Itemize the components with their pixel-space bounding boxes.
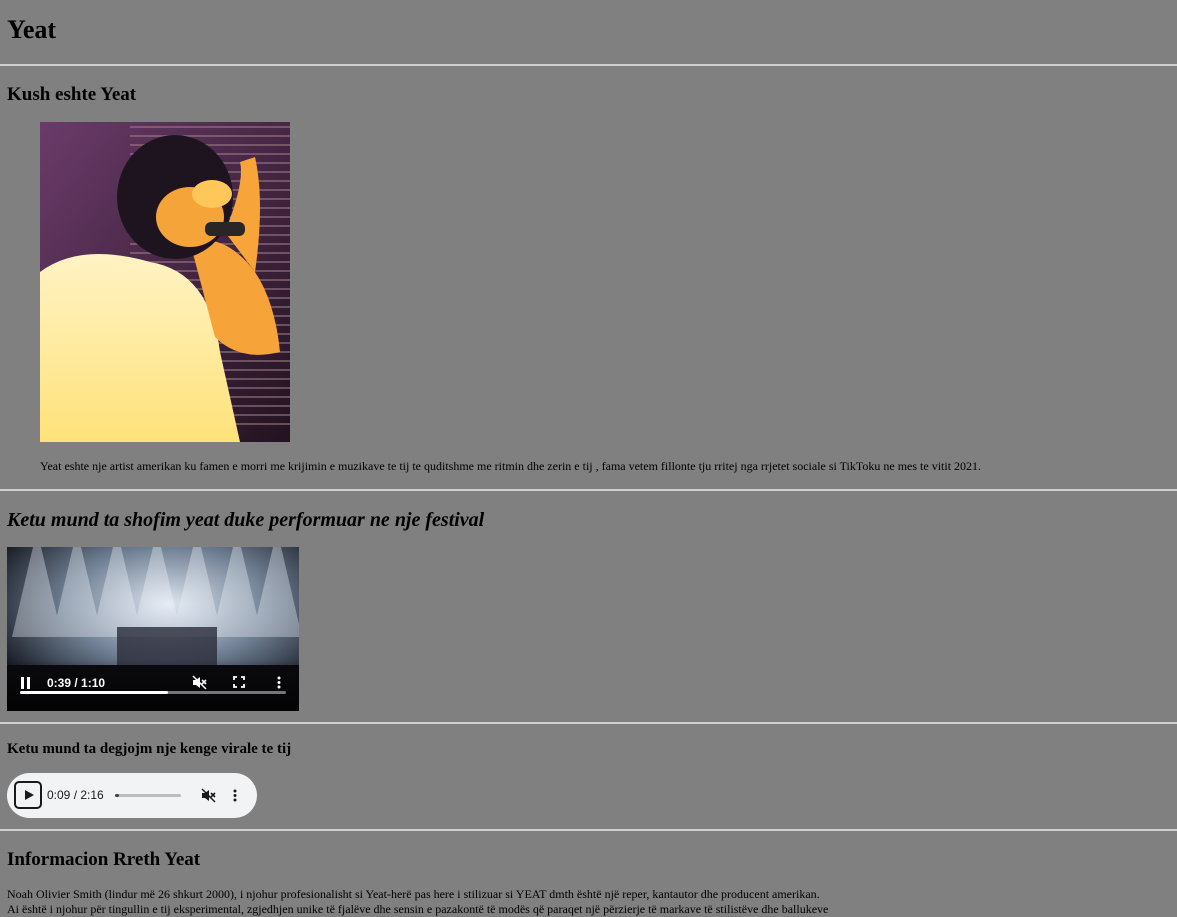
festival-video-player[interactable]: 0:39 / 1:10 — [7, 547, 299, 711]
fullscreen-icon[interactable] — [233, 676, 245, 691]
info-paragraph: Noah Olivier Smith (lindur më 26 shkurt … — [7, 887, 828, 917]
info-line: Noah Olivier Smith (lindur më 26 shkurt … — [7, 887, 820, 901]
video-time: 0:39 / 1:10 — [47, 676, 106, 690]
play-icon[interactable] — [14, 781, 42, 809]
song-audio-player[interactable]: 0:09 / 2:16 — [7, 773, 257, 818]
more-options-icon[interactable] — [233, 789, 237, 805]
divider — [0, 829, 1177, 831]
intro-paragraph: Yeat eshte nje artist amerikan ku famen … — [40, 459, 982, 473]
pause-icon[interactable] — [21, 677, 31, 689]
video-progress — [20, 691, 169, 694]
mute-icon[interactable] — [201, 788, 216, 806]
divider — [0, 489, 1177, 491]
section-heading-info: Informacion Rreth Yeat — [7, 849, 201, 870]
info-line: Ai është i njohur për tingullin e tij ek… — [7, 902, 829, 916]
audio-seek-bar[interactable] — [115, 794, 181, 797]
page-title: Yeat — [7, 15, 57, 44]
audio-progress — [115, 794, 120, 797]
video-controls: 0:39 / 1:10 — [7, 659, 299, 711]
section-heading-who: Kush eshte Yeat — [7, 84, 137, 105]
section-heading-video: Ketu mund ta shofim yeat duke performuar… — [7, 509, 485, 531]
section-heading-audio: Ketu mund ta degjojm nje kenge virale te… — [7, 741, 292, 757]
divider — [0, 64, 1177, 66]
more-options-icon[interactable] — [277, 676, 281, 692]
divider — [0, 722, 1177, 724]
artist-photo — [40, 122, 290, 442]
audio-time: 0:09 / 2:16 — [47, 788, 104, 802]
video-seek-bar[interactable] — [20, 691, 286, 694]
